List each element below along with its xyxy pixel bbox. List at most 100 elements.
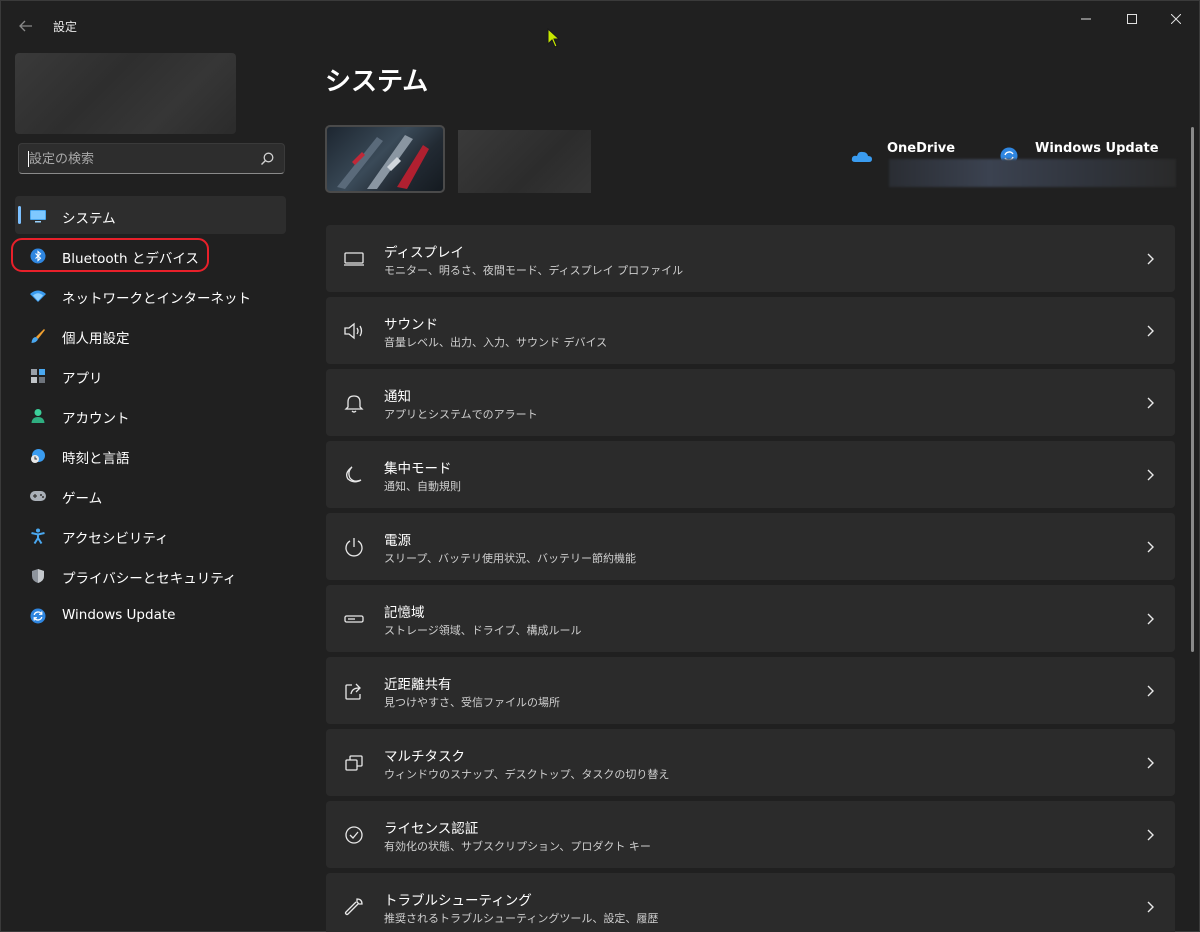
windows-update-icon [29, 607, 47, 625]
scrollbar-thumb[interactable] [1191, 127, 1194, 652]
chevron-right-icon [1147, 325, 1154, 337]
sidebar-item-gaming[interactable]: ゲーム [15, 476, 286, 514]
chevron-right-icon [1147, 901, 1154, 913]
card-title: マルチタスク [384, 749, 465, 765]
sidebar-item-system[interactable]: システム [15, 196, 286, 234]
sidebar-item-label: アプリ [62, 371, 103, 387]
card-subtitle: 有効化の状態、サブスクリプション、プロダクト キー [384, 840, 651, 853]
card-focus-assist[interactable]: 集中モード 通知、自動規則 [326, 441, 1175, 508]
card-subtitle: アプリとシステムでのアラート [384, 408, 538, 421]
card-title: ディスプレイ [384, 245, 465, 261]
share-icon [345, 683, 361, 700]
chevron-right-icon [1147, 829, 1154, 841]
globe-clock-icon [29, 447, 47, 465]
card-title: ライセンス認証 [384, 821, 479, 837]
card-subtitle: モニター、明るさ、夜間モード、ディスプレイ プロファイル [384, 264, 684, 277]
card-sound[interactable]: サウンド 音量レベル、出力、入力、サウンド デバイス [326, 297, 1175, 364]
bell-icon [344, 395, 364, 413]
app-title: 設定 [53, 20, 78, 34]
selection-indicator [18, 206, 21, 224]
sidebar-item-label: Windows Update [62, 607, 176, 623]
chevron-right-icon [1147, 685, 1154, 697]
maximize-icon [1127, 14, 1137, 24]
card-activation[interactable]: ライセンス認証 有効化の状態、サブスクリプション、プロダクト キー [326, 801, 1175, 868]
sidebar-item-label: プライバシーとセキュリティ [62, 571, 237, 587]
card-subtitle: 通知、自動規則 [384, 480, 461, 493]
card-power[interactable]: 電源 スリープ、バッテリ使用状況、バッテリー節約機能 [326, 513, 1175, 580]
chevron-right-icon [1147, 541, 1154, 553]
device-info-image [458, 130, 591, 193]
back-button[interactable] [13, 13, 39, 39]
onedrive-icon [851, 151, 872, 162]
minimize-button[interactable] [1063, 1, 1109, 37]
chevron-right-icon [1147, 397, 1154, 409]
chevron-right-icon [1147, 613, 1154, 625]
sidebar-item-personalization[interactable]: 個人用設定 [15, 316, 286, 354]
close-button[interactable] [1153, 1, 1199, 37]
search-box[interactable] [18, 143, 285, 174]
moon-icon [346, 466, 362, 483]
accessibility-icon [29, 527, 47, 545]
sidebar-item-privacy[interactable]: プライバシーとセキュリティ [15, 556, 286, 594]
card-title: 集中モード [384, 461, 452, 477]
sidebar-item-label: システム [62, 211, 116, 227]
close-icon [1171, 14, 1181, 24]
sidebar-item-label: ネットワークとインターネット [62, 291, 251, 307]
maximize-button[interactable] [1109, 1, 1155, 37]
wallpaper-image [337, 135, 429, 189]
sidebar-item-label: アクセシビリティ [62, 531, 169, 547]
search-icon[interactable] [259, 151, 275, 167]
gamepad-icon [29, 487, 47, 505]
card-title: 記憶域 [384, 605, 425, 621]
annotation-highlight-ring [11, 238, 209, 272]
speaker-icon [344, 322, 363, 340]
sidebar-item-network[interactable]: ネットワークとインターネット [15, 276, 286, 314]
apps-icon [29, 367, 47, 385]
card-nearby-sharing[interactable]: 近距離共有 見つけやすさ、受信ファイルの場所 [326, 657, 1175, 724]
chevron-right-icon [1147, 253, 1154, 265]
card-title: サウンド [384, 317, 438, 333]
quick-link-label: OneDrive [887, 141, 956, 156]
card-subtitle: 見つけやすさ、受信ファイルの場所 [384, 696, 560, 709]
page-title: システム [325, 67, 429, 97]
card-multitasking[interactable]: マルチタスク ウィンドウのスナップ、デスクトップ、タスクの切り替え [326, 729, 1175, 796]
desktop-thumbnail[interactable] [325, 125, 445, 193]
card-title: 近距離共有 [384, 677, 452, 693]
sidebar-item-accounts[interactable]: アカウント [15, 396, 286, 434]
monitor-icon [344, 252, 364, 266]
card-title: 電源 [384, 533, 411, 549]
quick-link-label: Windows Update [1035, 141, 1159, 156]
title-bar: 設定 [1, 1, 1200, 49]
display-icon [29, 207, 47, 225]
multitask-icon [345, 755, 363, 771]
card-subtitle: ストレージ領域、ドライブ、構成ルール [384, 624, 582, 637]
check-circle-icon [345, 826, 363, 844]
card-subtitle: 音量レベル、出力、入力、サウンド デバイス [384, 336, 608, 349]
card-subtitle: ウィンドウのスナップ、デスクトップ、タスクの切り替え [384, 768, 670, 781]
card-title: 通知 [384, 389, 411, 405]
wrench-icon [344, 898, 363, 916]
chevron-right-icon [1147, 757, 1154, 769]
settings-window: 設定 システム [0, 0, 1200, 932]
sidebar-item-label: アカウント [62, 411, 130, 427]
chevron-right-icon [1147, 469, 1154, 481]
user-profile-card[interactable] [15, 53, 236, 134]
card-display[interactable]: ディスプレイ モニター、明るさ、夜間モード、ディスプレイ プロファイル [326, 225, 1175, 292]
card-notifications[interactable]: 通知 アプリとシステムでのアラート [326, 369, 1175, 436]
back-arrow-icon [19, 20, 32, 32]
card-storage[interactable]: 記憶域 ストレージ領域、ドライブ、構成ルール [326, 585, 1175, 652]
sidebar-item-accessibility[interactable]: アクセシビリティ [15, 516, 286, 554]
card-troubleshoot[interactable]: トラブルシューティング 推奨されるトラブルシューティングツール、設定、履歴 [326, 873, 1175, 932]
sidebar-item-time-language[interactable]: 時刻と言語 [15, 436, 286, 474]
sidebar-item-label: 個人用設定 [62, 331, 130, 347]
sidebar-item-label: 時刻と言語 [62, 451, 130, 467]
sidebar-item-windows-update[interactable]: Windows Update [15, 596, 286, 634]
sidebar-item-apps[interactable]: アプリ [15, 356, 286, 394]
settings-cards: ディスプレイ モニター、明るさ、夜間モード、ディスプレイ プロファイル サウンド… [326, 225, 1175, 932]
card-subtitle: スリープ、バッテリ使用状況、バッテリー節約機能 [384, 552, 637, 565]
search-input[interactable] [29, 150, 249, 168]
shield-icon [29, 567, 47, 585]
card-title: トラブルシューティング [384, 893, 532, 909]
paintbrush-icon [29, 327, 47, 345]
wifi-icon [29, 287, 47, 305]
